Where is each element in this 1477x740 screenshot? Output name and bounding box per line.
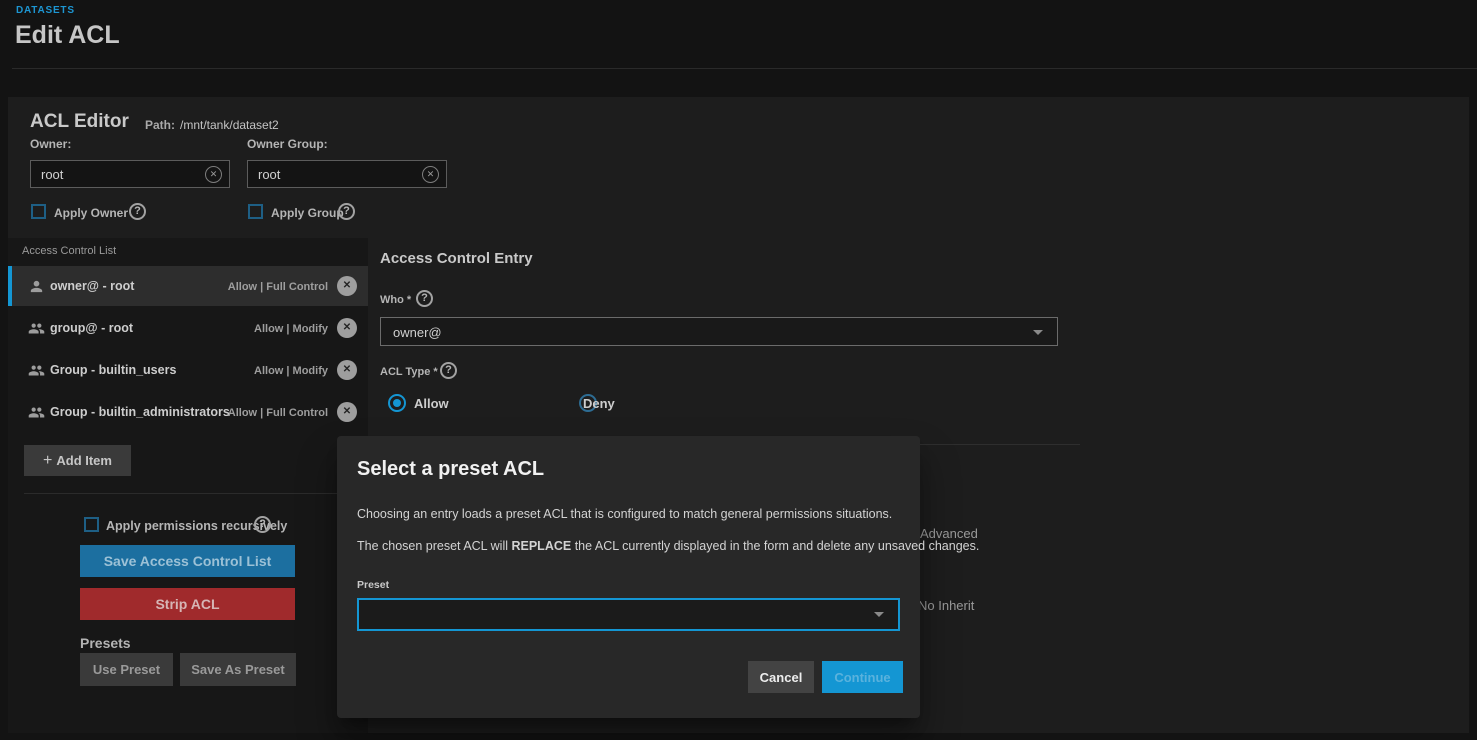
delete-icon[interactable]: ✕ [337,318,357,338]
chevron-down-icon [874,612,884,617]
acl-type-label: ACL Type * [380,366,438,378]
divider [920,444,1080,445]
owner-group-label: Owner Group: [247,137,328,151]
apply-group-label: Apply Group [271,206,344,220]
apply-owner-label: Apply Owner [54,206,128,220]
path-value: /mnt/tank/dataset2 [180,118,279,132]
strip-acl-button[interactable]: Strip ACL [80,588,295,620]
entry-permission: Allow | Modify [254,365,328,377]
owner-label: Owner: [30,137,71,151]
list-item[interactable]: group@ - root Allow | Modify ✕ [8,308,368,348]
header-divider [12,68,1477,69]
entry-name: owner@ - root [50,279,134,293]
clear-owner-icon[interactable]: ✕ [205,166,222,183]
user-icon [28,278,45,295]
acl-list-panel: Access Control List owner@ - root Allow |… [8,238,368,733]
deny-radio-label: Deny [583,396,615,411]
entry-permission: Allow | Modify [254,323,328,335]
path-label: Path: [145,118,175,132]
group-icon [28,362,45,379]
help-icon[interactable]: ? [254,516,271,533]
allow-radio-label: Allow [414,396,449,411]
clear-owner-group-icon[interactable]: ✕ [422,166,439,183]
who-select-value: owner@ [393,325,442,340]
chevron-down-icon [1033,330,1043,335]
entry-name: Group - builtin_users [50,363,176,377]
cancel-button[interactable]: Cancel [748,661,814,693]
save-as-preset-button[interactable]: Save As Preset [180,653,296,686]
apply-recursively-checkbox[interactable] [84,517,99,532]
save-acl-button[interactable]: Save Access Control List [80,545,295,577]
continue-button[interactable]: Continue [822,661,903,693]
preset-select[interactable] [357,598,900,631]
plus-icon: + [43,452,52,469]
owner-group-input[interactable] [247,160,447,188]
delete-icon[interactable]: ✕ [337,360,357,380]
help-icon[interactable]: ? [416,290,433,307]
divider [24,493,352,494]
delete-icon[interactable]: ✕ [337,276,357,296]
breadcrumb[interactable]: DATASETS [16,5,75,16]
preset-label: Preset [357,579,389,591]
ace-heading: Access Control Entry [380,250,533,267]
list-item[interactable]: owner@ - root Allow | Full Control ✕ [8,266,368,306]
acl-list: owner@ - rootAllow | Full Control✕group@… [8,266,368,434]
dialog-body-line1: Choosing an entry loads a preset ACL tha… [357,507,892,521]
entry-name: group@ - root [50,321,133,335]
owner-input[interactable] [30,160,230,188]
presets-heading: Presets [80,635,131,651]
acl-list-heading: Access Control List [22,245,116,257]
delete-icon[interactable]: ✕ [337,402,357,422]
acl-editor-heading: ACL Editor [30,111,129,133]
group-icon [28,320,45,337]
allow-radio[interactable] [388,394,406,412]
entry-permission: Allow | Full Control [228,281,328,293]
entry-permission: Allow | Full Control [228,407,328,419]
who-select[interactable]: owner@ [380,317,1058,346]
who-label: Who * [380,294,411,306]
list-item[interactable]: Group - builtin_administratorsAllow | Fu… [8,392,368,432]
apply-group-checkbox[interactable] [248,204,263,219]
no-inherit-radio-label: No Inherit [918,598,974,613]
list-item[interactable]: Group - builtin_users Allow | Modify ✕ [8,350,368,390]
apply-owner-checkbox[interactable] [31,204,46,219]
help-icon[interactable]: ? [338,203,355,220]
page-title: Edit ACL [15,21,120,50]
use-preset-button[interactable]: Use Preset [80,653,173,686]
add-item-button[interactable]: +Add Item [24,445,131,476]
group-icon [28,404,45,421]
help-icon[interactable]: ? [129,203,146,220]
entry-name: Group - builtin_administrators [50,405,230,419]
dialog-title: Select a preset ACL [357,458,544,481]
dialog-body-line2: The chosen preset ACL will REPLACE the A… [357,539,979,553]
help-icon[interactable]: ? [440,362,457,379]
select-preset-acl-dialog: Select a preset ACL Choosing an entry lo… [337,436,920,718]
